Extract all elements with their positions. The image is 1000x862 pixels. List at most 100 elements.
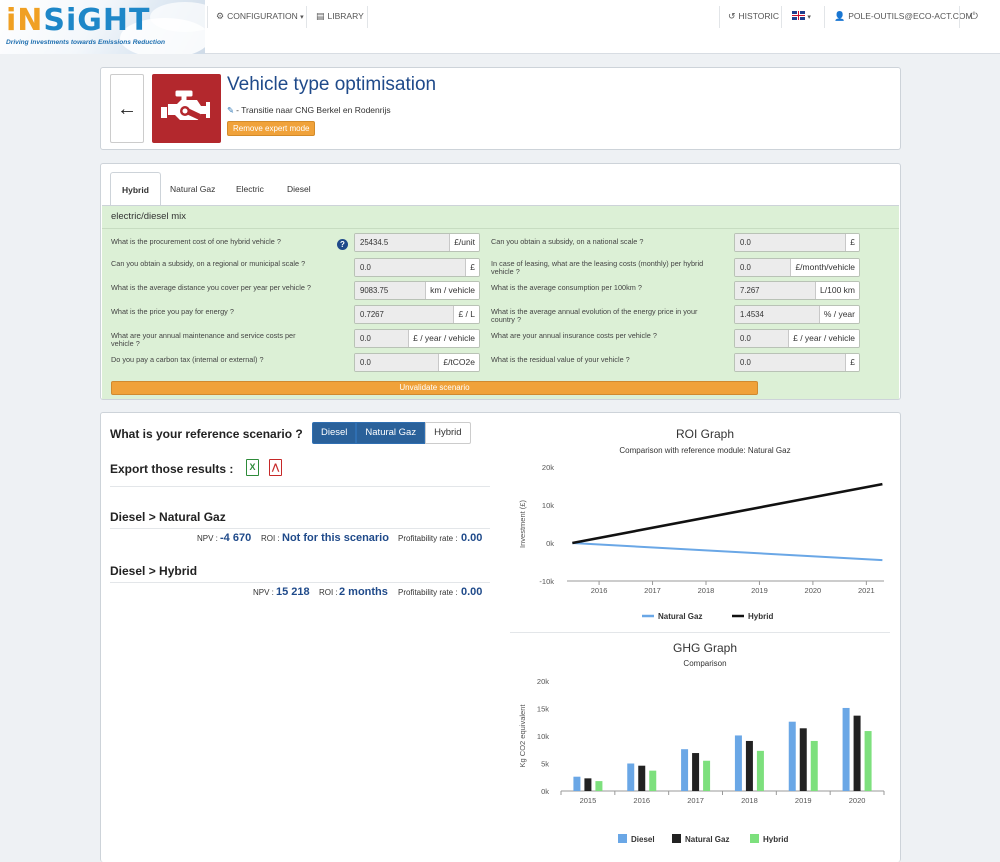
caret-down-icon: ▾ [807,14,811,21]
user-menu[interactable]: 👤 POLE-OUTILS@ECO-ACT.COM [834,11,973,22]
tab-diesel[interactable]: Diesel [276,172,322,206]
configuration-menu[interactable]: ⚙ CONFIGURATION ▾ [216,11,304,22]
field-label: Can you obtain a subsidy, on a national … [491,237,644,246]
bar-natural-gaz [853,715,861,791]
bar-natural-gaz [584,778,592,791]
parameters-panel: Hybrid Natural Gaz Electric Diesel elect… [100,163,901,400]
scenario-subtitle: ✎ - Transitie naar CNG Berkel en Rodenrij… [227,105,391,115]
pdf-export-icon[interactable]: ⋀ [269,459,282,476]
edit-icon[interactable]: ✎ [227,105,234,115]
y-tick-label: 10k [537,732,549,741]
y-tick-label: 20k [542,463,554,472]
module-header-panel: ← Vehicle type optimisation ✎ - Transitie… [100,67,901,150]
bar-diesel [681,749,689,791]
tab-hybrid[interactable]: Hybrid [110,172,161,207]
library-link[interactable]: ▤ LIBRARY [316,11,364,22]
logo-tagline: Driving Investments towards Emissions Re… [6,39,166,46]
results-panel: What is your reference scenario ? Diesel… [100,412,901,862]
insight-logo[interactable]: iNSiGHT Driving Investments towards Emis… [0,0,205,54]
user-icon: 👤 [834,11,846,21]
bar-diesel [573,776,581,791]
tab-electric[interactable]: Electric [225,172,275,206]
bar-hybrid [810,740,818,791]
comparison-row: NPV : -4 670 ROI : Not for this scenario… [197,532,483,544]
legend-label: Diesel [631,835,655,843]
procurement-cost-field[interactable]: 25434.5 £/unit [354,233,480,252]
gear-icon: ⚙ [216,11,225,21]
help-icon[interactable]: ? [337,239,348,250]
reference-hybrid-button[interactable]: Hybrid [425,422,471,444]
language-selector[interactable]: ▾ [792,11,811,21]
reference-question: What is your reference scenario ? [110,427,303,441]
legend-label: Natural Gaz [685,835,729,843]
x-tick-label: 2020 [805,586,822,595]
logo-wordmark: iNSiGHT [6,3,151,38]
chart-subtitle: Comparison [683,659,726,668]
form-area: electric/diesel mix ? What is the procur… [102,205,899,399]
tab-natural-gaz[interactable]: Natural Gaz [159,172,226,206]
consumption-field[interactable]: 7.267 L/100 km [734,281,860,300]
arrow-left-icon: ← [117,98,137,120]
back-button[interactable]: ← [110,74,144,143]
unvalidate-scenario-button[interactable]: Unvalidate scenario [111,381,758,395]
x-tick-label: 2018 [741,796,758,805]
regional-subsidy-field[interactable]: 0.0 £ [354,258,480,277]
ghg-chart: GHG Graph Comparison Kg CO2 equivalent 20k 1… [518,641,885,843]
y-tick-label: -10k [539,577,554,586]
insurance-cost-field[interactable]: 0.0 £ / year / vehicle [734,329,860,348]
rate-value: 0.00 [461,586,483,598]
energy-price-field[interactable]: 0.7267 £ / L [354,305,480,324]
legend-swatch [618,834,627,843]
historic-link[interactable]: ↺ HISTORIC [728,11,779,22]
top-navbar: iNSiGHT Driving Investments towards Emis… [0,0,1000,54]
maintenance-cost-field[interactable]: 0.0 £ / year / vehicle [354,329,480,348]
bar-hybrid [649,770,657,791]
energy-evolution-field[interactable]: 1.4534% / year [734,305,860,324]
comparison-title: Diesel > Hybrid [110,564,198,578]
bar-natural-gaz [745,740,753,791]
field-label: What are your annual maintenance and ser… [111,331,296,348]
caret-down-icon: ▾ [300,14,304,21]
legend-label: Hybrid [748,612,773,621]
legend-label: Hybrid [763,835,788,843]
field-label: What is the average consumption per 100k… [491,283,642,292]
x-tick-label: 2018 [698,586,715,595]
logout-button[interactable]: ⏻ [970,11,978,22]
x-tick-label: 2015 [580,796,597,805]
field-label: Do you pay a carbon tax (internal or ext… [111,355,264,364]
bar-natural-gaz [638,765,646,791]
x-tick-label: 2017 [644,586,661,595]
y-axis-label: Investment (£) [518,500,527,548]
bar-natural-gaz [799,728,807,791]
x-tick-label: 2016 [591,586,608,595]
remove-expert-mode-button[interactable]: Remove expert mode [227,121,316,136]
bar-diesel [842,707,850,791]
y-tick-label: 0k [541,787,549,796]
legend-swatch [750,834,759,843]
x-tick-label: 2019 [795,796,812,805]
npv-value: -4 670 [220,532,252,544]
bar-natural-gaz [692,753,700,791]
uk-flag-icon [792,11,805,20]
national-subsidy-field[interactable]: 0.0 £ [734,233,860,252]
excel-export-icon[interactable]: X [246,459,259,476]
x-tick-label: 2020 [849,796,866,805]
x-tick-label: 2021 [858,586,875,595]
reference-diesel-button[interactable]: Diesel [312,422,357,444]
legend-swatch [672,834,681,843]
npv-value: 15 218 [276,586,310,598]
y-axis-label: Kg CO2 equivalent [518,704,527,768]
bar-diesel [734,735,742,791]
series-line-natural-gaz [572,542,883,562]
bar-hybrid [756,750,764,791]
roi-chart: ROI Graph Comparison with reference modul… [518,427,884,621]
comparison-title: Diesel > Natural Gaz [110,510,226,524]
residual-value-field[interactable]: 0.0 £ [734,353,860,372]
engine-icon [152,74,221,143]
reference-natural-gaz-button[interactable]: Natural Gaz [356,422,426,444]
carbon-tax-field[interactable]: 0.0 £/tCO2e [354,353,480,372]
annual-distance-field[interactable]: 9083.75 km / vehicle [354,281,480,300]
leasing-cost-field[interactable]: 0.0 £/month/vehicle [734,258,860,277]
x-tick-label: 2019 [751,586,768,595]
field-label: What are your annual insurance costs per… [491,331,657,340]
